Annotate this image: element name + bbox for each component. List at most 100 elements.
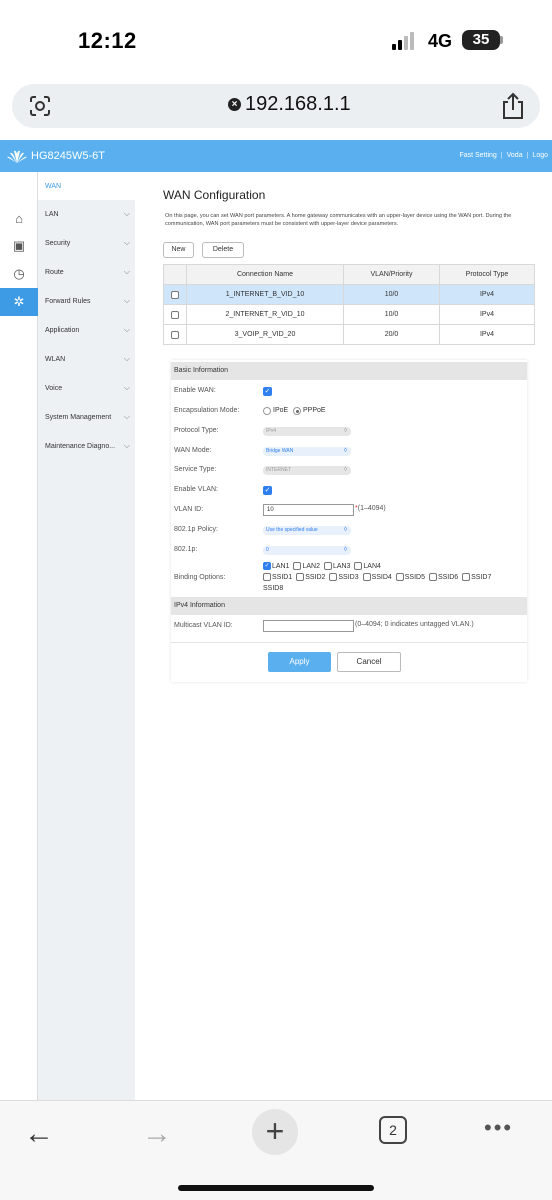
cancel-button[interactable]: Cancel xyxy=(337,652,401,672)
fast-setting-link[interactable]: Fast Setting xyxy=(455,152,500,159)
row-checkbox[interactable] xyxy=(171,290,179,299)
binding-options: ✓ LAN1 LAN2 LAN3 LAN4 SSID1 SSID2 SSID3 S… xyxy=(263,561,529,594)
lens-icon[interactable] xyxy=(28,94,52,118)
binding-ssid7[interactable]: SSID7 xyxy=(462,573,491,582)
menu-item-wan[interactable]: WAN xyxy=(38,172,135,200)
menu-item-security[interactable]: Security ⌵ xyxy=(38,229,135,257)
menu-item-wlan[interactable]: WLAN ⌵ xyxy=(38,345,135,373)
column-header: Connection Name xyxy=(186,264,344,285)
service-type-select[interactable]: INTERNET ◊ xyxy=(263,466,351,475)
share-icon[interactable] xyxy=(500,92,526,120)
menu-item-application[interactable]: Application ⌵ xyxy=(38,316,135,344)
voda-link[interactable]: Voda xyxy=(503,152,527,159)
not-secure-icon: × xyxy=(228,98,241,111)
forward-arrow-icon[interactable]: → xyxy=(142,1117,172,1151)
enable-wan-label: Enable WAN: xyxy=(174,387,216,394)
huawei-logo-icon xyxy=(7,150,27,163)
binding-ssid1[interactable]: SSID1 xyxy=(263,573,292,582)
status-bar: 12:12 4G 35 xyxy=(0,0,552,80)
binding-ssid8[interactable]: SSID8 xyxy=(263,585,283,592)
protocol-type-select[interactable]: IPv4 ◊ xyxy=(263,427,351,436)
chevron-down-icon: ⌵ xyxy=(123,267,130,276)
binding-ssid6[interactable]: SSID6 xyxy=(428,573,458,582)
home-indicator xyxy=(178,1185,374,1191)
top-links: Fast Setting | Voda | Logo xyxy=(455,152,552,159)
menu-item-route[interactable]: Route ⌵ xyxy=(38,258,135,286)
select-arrow-icon: ◊ xyxy=(344,547,347,553)
chevron-down-icon: ⌵ xyxy=(123,325,130,334)
select-column-header xyxy=(163,264,187,285)
binding-ssid2[interactable]: SSID2 xyxy=(296,573,325,582)
table-row[interactable]: 2_INTERNET_R_VID_10 10/0 IPv4 xyxy=(163,304,535,325)
pppoe-label: PPPoE xyxy=(303,407,326,414)
vlan-priority: 10/0 xyxy=(343,304,440,325)
logout-link[interactable]: Logo xyxy=(528,152,552,159)
select-arrow-icon: ◊ xyxy=(344,467,347,473)
connection-name: 3_VOIP_R_VID_20 xyxy=(186,324,344,345)
column-header: Protocol Type xyxy=(439,264,535,285)
more-menu-icon[interactable]: ••• xyxy=(484,1115,513,1141)
protocol-type: IPv4 xyxy=(439,324,535,345)
gear-icon[interactable]: ✲ xyxy=(0,288,38,316)
enable-vlan-checkbox[interactable]: ✓ xyxy=(263,486,272,495)
new-button[interactable]: New xyxy=(163,242,194,258)
multicast-vlan-input[interactable] xyxy=(263,620,354,632)
policy-select[interactable]: Use the specified value ◊ xyxy=(263,526,351,535)
toolbox-icon[interactable]: ▣ xyxy=(0,232,38,260)
chevron-down-icon: ⌵ xyxy=(123,296,130,305)
column-header: VLAN/Priority xyxy=(343,264,440,285)
battery-tip xyxy=(500,36,503,44)
vlan-id-label: VLAN ID: xyxy=(174,506,204,513)
row-checkbox[interactable] xyxy=(171,310,179,319)
chevron-down-icon: ⌵ xyxy=(123,412,130,421)
table-row[interactable]: 1_INTERNET_B_VID_10 10/0 IPv4 xyxy=(163,284,535,305)
binding-ssid5[interactable]: SSID5 xyxy=(395,573,425,582)
p8021-label: 802.1p: xyxy=(174,546,198,553)
url-text: 192.168.1.1 xyxy=(245,93,351,115)
encapsulation-label: Encapsulation Mode: xyxy=(174,407,240,414)
binding-lan1[interactable]: ✓ LAN1 xyxy=(263,562,290,571)
table-row[interactable]: 3_VOIP_R_VID_20 20/0 IPv4 xyxy=(163,324,535,345)
basic-info-heading: Basic Information xyxy=(171,362,527,380)
settings-menu: WAN LAN ⌵ Security ⌵ Route ⌵ Forward Rules ⌵… xyxy=(38,172,135,1100)
menu-item-forward-rules[interactable]: Forward Rules ⌵ xyxy=(38,287,135,315)
binding-lan2[interactable]: LAN2 xyxy=(293,562,320,571)
binding-lan4[interactable]: LAN4 xyxy=(354,562,381,571)
pppoe-radio[interactable] xyxy=(293,407,301,415)
protocol-type: IPv4 xyxy=(439,304,535,325)
chevron-down-icon: ⌵ xyxy=(123,441,130,450)
basic-information-panel: Basic Information Enable WAN: ✓ Encapsul… xyxy=(171,360,527,682)
menu-item-voice[interactable]: Voice ⌵ xyxy=(38,374,135,402)
battery-icon: 35 xyxy=(462,30,500,50)
menu-item-system-management[interactable]: System Management ⌵ xyxy=(38,403,135,431)
ipoe-radio[interactable] xyxy=(263,407,271,415)
menu-item-maintenance[interactable]: Maintenance Diagno... ⌵ xyxy=(38,432,135,460)
multicast-vlan-label: Multicast VLAN ID: xyxy=(174,622,233,629)
signal-icon xyxy=(392,32,420,50)
menu-item-lan[interactable]: LAN ⌵ xyxy=(38,200,135,228)
ipv4-info-heading: IPv4 Information xyxy=(171,597,527,615)
vlan-id-input[interactable]: 10 xyxy=(263,504,354,516)
page-title: WAN Configuration xyxy=(163,188,266,202)
binding-ssid4[interactable]: SSID4 xyxy=(362,573,392,582)
address-bar[interactable]: × 192.168.1.1 xyxy=(12,84,540,128)
url-display[interactable]: × 192.168.1.1 xyxy=(228,93,351,116)
router-model: HG8245W5-6T xyxy=(31,150,105,162)
back-arrow-icon[interactable]: ← xyxy=(24,1117,54,1151)
p8021-select[interactable]: 0 ◊ xyxy=(263,546,351,555)
vlan-priority: 20/0 xyxy=(343,324,440,345)
enable-wan-checkbox[interactable]: ✓ xyxy=(263,387,272,396)
gauge-icon[interactable]: ◷ xyxy=(0,260,38,288)
binding-ssid3[interactable]: SSID3 xyxy=(329,573,359,582)
delete-button[interactable]: Delete xyxy=(202,242,244,258)
enable-vlan-label: Enable VLAN: xyxy=(174,486,218,493)
apply-button[interactable]: Apply xyxy=(268,652,331,672)
tab-switcher-button[interactable]: 2 xyxy=(379,1116,407,1144)
wan-mode-select[interactable]: Bridge WAN ◊ xyxy=(263,447,351,456)
new-tab-plus-icon[interactable]: + xyxy=(252,1109,298,1155)
row-checkbox[interactable] xyxy=(171,330,179,339)
binding-lan3[interactable]: LAN3 xyxy=(323,562,350,571)
home-icon[interactable]: ⌂ xyxy=(0,204,38,232)
chevron-down-icon: ⌵ xyxy=(123,383,130,392)
router-header: HG8245W5-6T Fast Setting | Voda | Logo xyxy=(0,140,552,172)
